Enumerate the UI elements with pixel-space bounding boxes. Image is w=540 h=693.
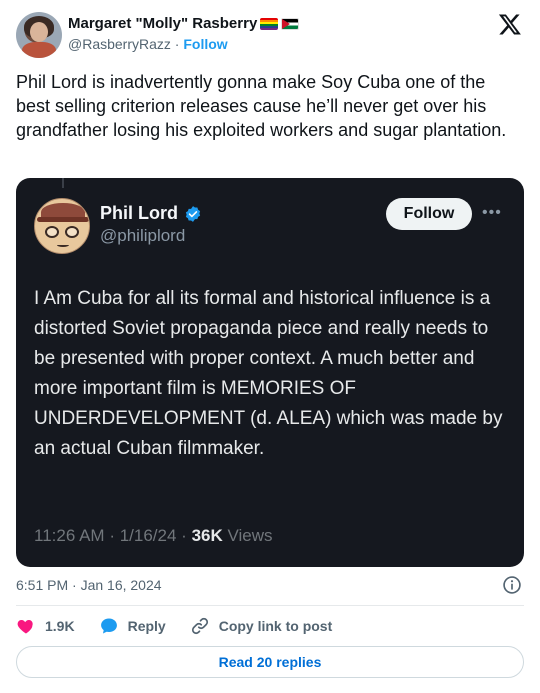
avatar-face <box>30 22 48 42</box>
quoted-follow-button[interactable]: Follow <box>386 198 472 230</box>
author-display-name[interactable]: Margaret "Molly" Rasberry <box>68 15 257 32</box>
quoted-name-line: Phil Lord <box>100 203 202 224</box>
author-name-line: Margaret "Molly" Rasberry <box>68 15 300 32</box>
x-logo-icon[interactable] <box>498 12 522 36</box>
more-options-icon[interactable]: ••• <box>482 204 506 221</box>
quoted-tweet-card[interactable]: Phil Lord @philiplord Follow ••• I Am Cu… <box>16 178 524 567</box>
avatar-glasses-right <box>65 226 79 238</box>
follow-link[interactable]: Follow <box>183 36 227 52</box>
rainbow-flag-icon <box>260 17 279 30</box>
action-bar: 1.9K Reply Copy link to post <box>16 614 356 638</box>
like-count: 1.9K <box>45 618 75 634</box>
reply-bubble-icon <box>100 618 117 634</box>
quoted-text: I Am Cuba for all its formal and histori… <box>34 288 503 459</box>
avatar-hat-brim <box>37 217 89 222</box>
heart-icon <box>17 620 33 634</box>
quoted-views-count: 36K <box>191 526 223 545</box>
author-handle[interactable]: @RasberryRazz <box>68 36 171 52</box>
quoted-views-label: Views <box>227 526 273 545</box>
quoted-time: 11:26 AM <box>34 526 105 545</box>
palestine-flag-icon <box>281 17 300 30</box>
handle-separator: · <box>174 36 180 52</box>
author-handle-line: @RasberryRazz · Follow <box>68 36 228 52</box>
reply-button[interactable]: Reply <box>99 616 166 636</box>
like-button[interactable]: 1.9K <box>16 616 75 636</box>
link-icon <box>191 617 208 635</box>
post-timestamp[interactable]: 6:51 PM · Jan 16, 2024 <box>16 577 162 593</box>
copy-link-button[interactable]: Copy link to post <box>190 616 333 636</box>
divider <box>16 605 524 606</box>
info-icon[interactable] <box>502 575 522 595</box>
copy-link-label: Copy link to post <box>218 618 333 634</box>
reply-label: Reply <box>127 618 166 634</box>
read-replies-button[interactable]: Read 20 replies <box>16 646 524 678</box>
verified-badge-icon <box>185 205 201 222</box>
avatar-glasses-left <box>45 226 59 238</box>
quoted-display-name[interactable]: Phil Lord <box>100 203 178 224</box>
avatar-body <box>22 42 56 58</box>
quoted-meta: 11:26 AM · 1/16/24 · 36K Views <box>34 526 273 545</box>
tweet-text: Phil Lord is inadvertently gonna make So… <box>16 72 507 140</box>
quoted-date: 1/16/24 <box>119 526 177 545</box>
quoted-avatar[interactable] <box>34 198 90 254</box>
avatar-mouth <box>57 243 69 247</box>
author-avatar[interactable] <box>16 12 62 58</box>
card-top-tick <box>62 178 64 188</box>
quoted-handle[interactable]: @philiplord <box>100 226 185 246</box>
